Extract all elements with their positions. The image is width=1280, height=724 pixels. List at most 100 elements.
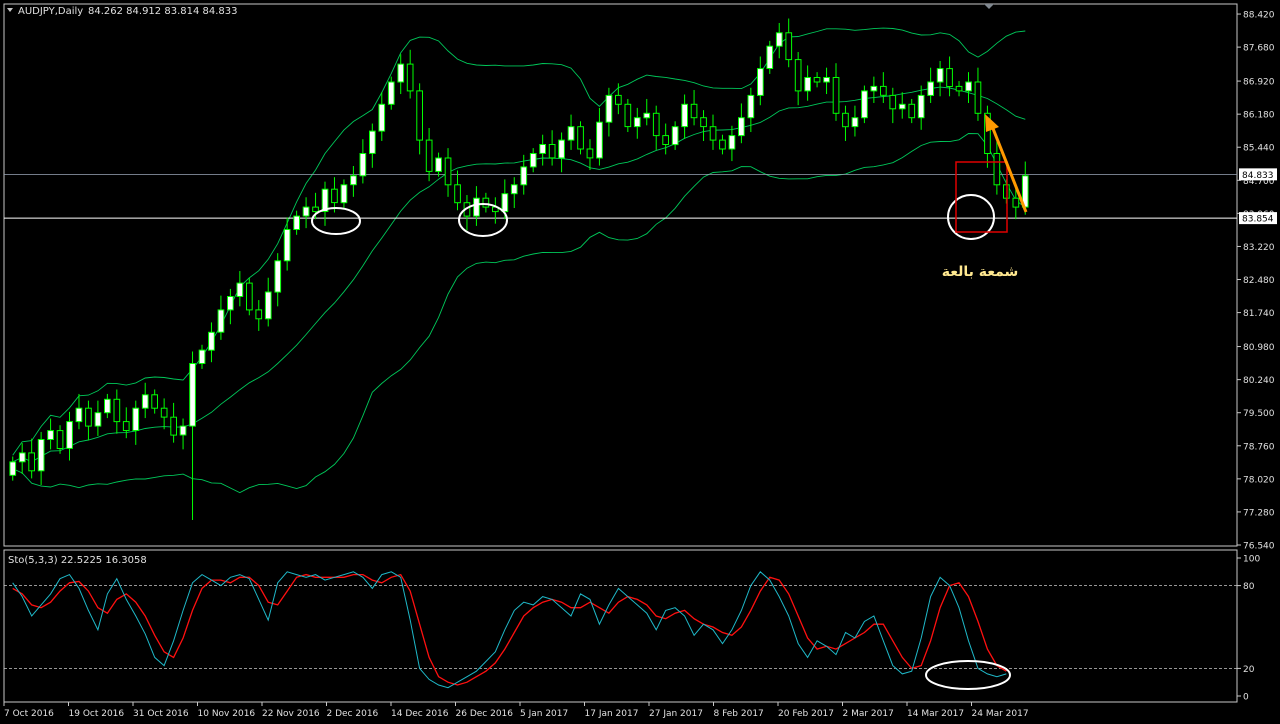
time-axis-tick-label: 26 Dec 2016	[456, 709, 514, 719]
price-axis-tick-label: 77.280	[1243, 508, 1275, 518]
candle-body	[151, 394, 159, 409]
price-axis-tick-label: 80.980	[1243, 343, 1275, 353]
candle-body	[510, 184, 518, 195]
candle-body	[813, 77, 821, 83]
candle-body	[908, 103, 916, 119]
price-axis-tick-label: 78.760	[1243, 442, 1275, 452]
candle-body	[378, 103, 386, 132]
time-axis-tick-label: 7 Oct 2016	[4, 709, 54, 719]
time-axis-tick-label: 10 Nov 2016	[198, 709, 256, 719]
candle-body	[274, 260, 282, 293]
candle-body	[141, 394, 149, 409]
candle-body	[302, 206, 310, 217]
candle-body	[520, 166, 528, 186]
candle-body	[406, 63, 414, 92]
candle-body	[870, 85, 878, 92]
candle-body	[331, 188, 338, 204]
candle-body	[577, 126, 584, 150]
price-axis-tick-label: 88.420	[1243, 11, 1275, 21]
price-axis-tick-label: 83.220	[1243, 243, 1275, 253]
candle-body	[842, 112, 849, 128]
price-axis-tick-label: 82.480	[1243, 276, 1275, 286]
price-axis-tick-label: 87.680	[1243, 44, 1275, 54]
candle-body	[586, 148, 594, 159]
candle-body	[387, 81, 395, 105]
candle-body	[974, 81, 982, 114]
price-axis-tick-label: 85.440	[1243, 144, 1275, 154]
candle-body	[312, 206, 319, 213]
candle-body	[454, 184, 461, 204]
candle-body	[548, 144, 556, 159]
candle-body	[785, 32, 793, 61]
time-axis-tick-label: 8 Feb 2017	[714, 709, 764, 719]
chart-ohlc-label: 84.262 84.912 83.814 84.833	[88, 6, 238, 17]
time-axis-tick-label: 2 Mar 2017	[843, 709, 894, 719]
candle-body	[851, 117, 859, 128]
candle-body	[113, 398, 121, 423]
candle-body	[946, 68, 953, 87]
candle-body	[170, 416, 178, 436]
candle-body	[47, 430, 54, 441]
chart-background	[0, 0, 1280, 724]
candle-body	[567, 126, 575, 141]
candle-body	[104, 398, 111, 414]
candle-body	[794, 59, 802, 92]
candle-body	[397, 63, 405, 83]
stoch-axis-tick-label: 100	[1243, 555, 1260, 565]
candle-body	[122, 421, 130, 432]
candle-body	[633, 117, 641, 128]
candle-body	[681, 103, 688, 128]
time-axis-tick-label: 22 Nov 2016	[262, 709, 320, 719]
candle-body	[132, 407, 140, 432]
price-axis-tick-label: 78.020	[1243, 475, 1275, 485]
candle-body	[605, 94, 613, 123]
candle-body	[615, 94, 622, 105]
time-axis-tick-label: 14 Mar 2017	[907, 709, 964, 719]
candle-body	[56, 430, 64, 450]
stoch-label: Sto(5,3,3) 22.5225 16.3058	[8, 555, 147, 566]
candle-body	[624, 103, 632, 128]
current-price-label: 84.833	[1242, 171, 1274, 181]
time-axis-tick-label: 24 Mar 2017	[972, 709, 1029, 719]
candle-body	[236, 282, 244, 298]
candle-body	[18, 452, 26, 463]
candle-body	[444, 157, 452, 186]
candle-body	[936, 68, 944, 83]
candle-body	[350, 175, 357, 186]
candle-body	[473, 197, 480, 217]
price-axis-tick-label: 81.740	[1243, 309, 1275, 319]
candle-body	[416, 90, 423, 141]
stoch-axis-tick-label: 80	[1243, 582, 1255, 592]
candle-body	[255, 309, 263, 320]
candle-body	[898, 103, 906, 110]
candle-body	[1012, 197, 1020, 208]
stoch-axis-tick-label: 0	[1243, 693, 1249, 703]
candle-body	[700, 117, 707, 128]
time-axis-tick-label: 14 Dec 2016	[391, 709, 449, 719]
candle-body	[501, 193, 509, 213]
candle-body	[28, 452, 35, 472]
candle-body	[179, 425, 187, 436]
candle-body	[66, 421, 73, 449]
chart-root: 88.42087.68086.92086.18085.44084.70083.9…	[0, 0, 1280, 724]
candle-body	[227, 296, 234, 311]
candle-body	[359, 153, 367, 177]
price-axis-tick-label: 86.920	[1243, 78, 1275, 88]
candle-body	[775, 32, 783, 47]
candle-body	[652, 112, 660, 137]
candle-body	[189, 363, 196, 427]
candle-body	[85, 407, 92, 427]
candle-body	[340, 184, 348, 204]
time-axis-tick-label: 27 Jan 2017	[649, 709, 703, 719]
candle-body	[369, 130, 376, 154]
time-axis-tick-label: 31 Oct 2016	[133, 709, 189, 719]
horizontal-line-price-label: 83.854	[1242, 215, 1274, 225]
chart-symbol-label: AUDJPY,Daily	[18, 6, 83, 17]
candle-body	[719, 139, 726, 150]
candle-body	[217, 309, 225, 333]
time-axis-tick-label: 17 Jan 2017	[585, 709, 639, 719]
candle-body	[671, 126, 679, 146]
candle-body	[709, 126, 717, 141]
candle-body	[37, 439, 45, 472]
candle-body	[832, 77, 840, 114]
